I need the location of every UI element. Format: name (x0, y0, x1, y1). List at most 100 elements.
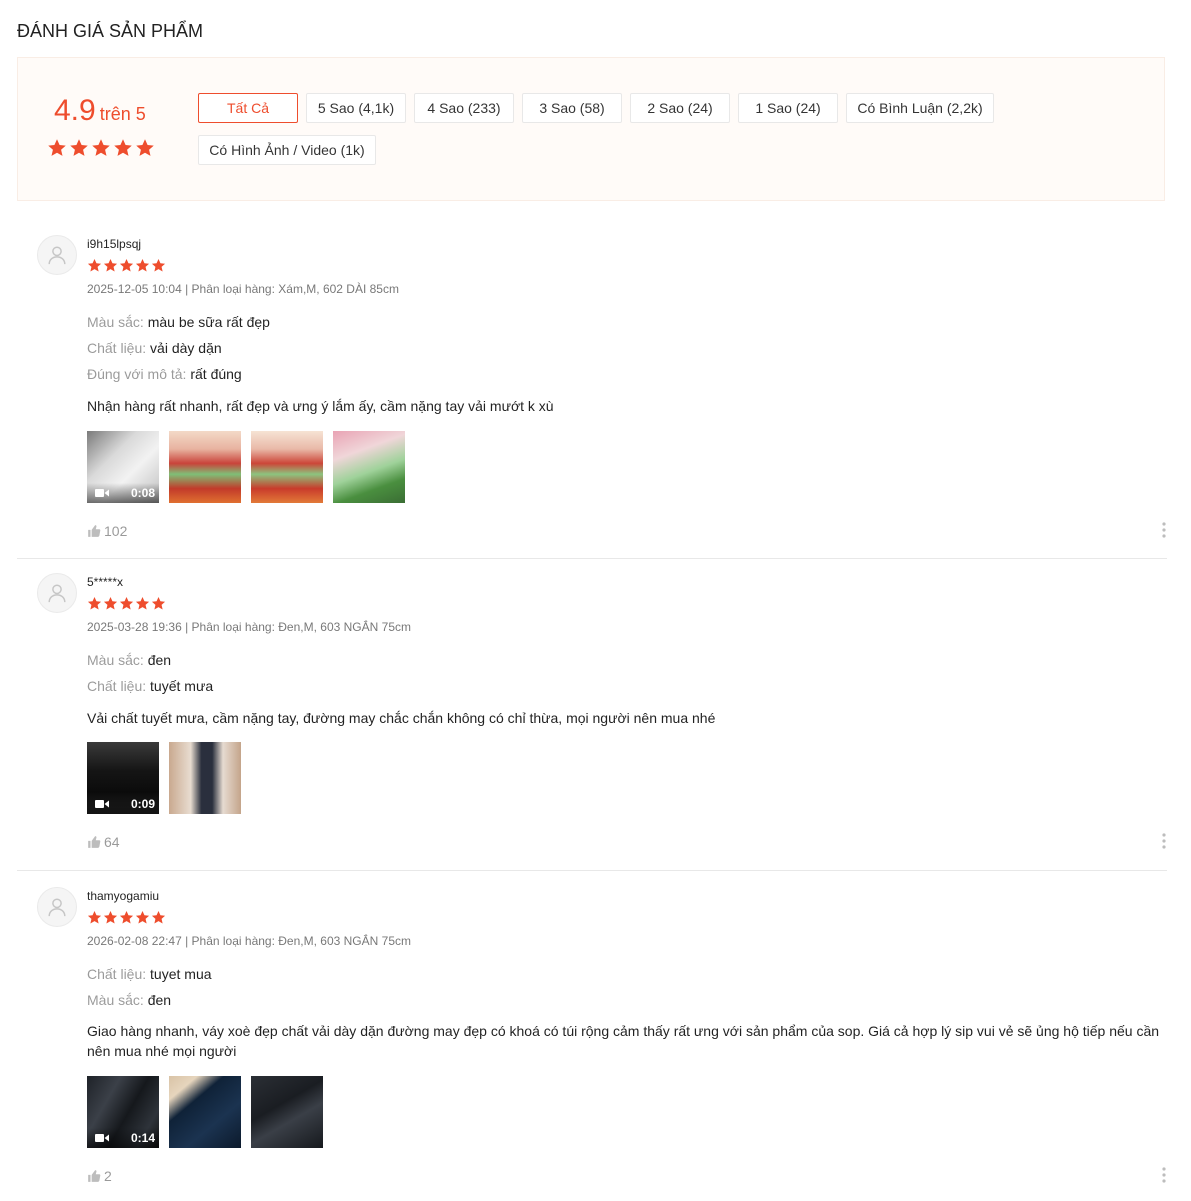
review-meta: 2026-02-08 22:47 | Phân loại hàng: Đen,M… (87, 934, 411, 948)
star-icon (92, 139, 110, 156)
star-icon (119, 258, 134, 272)
star-icon (103, 910, 118, 924)
more-options-button[interactable] (1161, 522, 1167, 538)
attribute-key: Chất liệu: (87, 678, 147, 694)
rating-score: 4.9 trên 5 (54, 94, 146, 128)
review-attribute: Chất liệu: tuyet mua (87, 966, 212, 982)
filter-with-comment[interactable]: Có Bình Luận (2,2k) (846, 93, 994, 123)
more-options-button[interactable] (1161, 833, 1167, 849)
review-image-thumbnail[interactable] (169, 742, 241, 814)
star-icon (135, 258, 150, 272)
review-attribute: Màu sắc: đen (87, 652, 171, 668)
review-video-thumbnail[interactable]: 0:14 (87, 1076, 159, 1148)
avatar[interactable] (37, 573, 77, 613)
attribute-key: Chất liệu: (87, 340, 147, 356)
star-icon (136, 139, 154, 156)
filter-3-star[interactable]: 3 Sao (58) (522, 93, 622, 123)
video-camera-icon (95, 489, 109, 497)
thumbs-up-icon (88, 836, 101, 848)
more-vertical-icon (1162, 833, 1166, 849)
like-count: 102 (104, 523, 128, 539)
review-stars (87, 596, 166, 611)
star-icon (103, 596, 118, 610)
avatar[interactable] (37, 235, 77, 275)
review-divider (17, 558, 1167, 559)
rating-score-value: 4.9 (54, 94, 96, 127)
like-button[interactable]: 102 (87, 523, 127, 539)
review-image-thumbnail[interactable] (169, 1076, 241, 1148)
filter-1-star[interactable]: 1 Sao (24) (738, 93, 838, 123)
filter-all[interactable]: Tất Cả (198, 93, 298, 123)
star-icon (135, 596, 150, 610)
review-item: thamyogamiu 2026-02-08 22:47 | Phân loại… (17, 877, 1167, 1201)
review-attribute: Màu sắc: màu be sữa rất đẹp (87, 314, 270, 330)
review-media: 0:08 (87, 431, 405, 503)
review-username[interactable]: thamyogamiu (87, 889, 159, 903)
video-camera-icon (95, 800, 109, 808)
like-count: 64 (104, 834, 120, 850)
star-icon (87, 910, 102, 924)
section-title: ĐÁNH GIÁ SẢN PHẨM (17, 21, 204, 41)
review-meta: 2025-03-28 19:36 | Phân loại hàng: Đen,M… (87, 620, 411, 634)
review-video-thumbnail[interactable]: 0:08 (87, 431, 159, 503)
filter-with-media[interactable]: Có Hình Ảnh / Video (1k) (198, 135, 376, 165)
review-username[interactable]: i9h15lpsqj (87, 237, 141, 251)
star-icon (114, 139, 132, 156)
filter-5-star[interactable]: 5 Sao (4,1k) (306, 93, 406, 123)
video-duration: 0:08 (130, 486, 155, 500)
review-comment: Giao hàng nhanh, váy xoè đẹp chất vải dà… (87, 1023, 1160, 1059)
attribute-value: tuyết mưa (150, 678, 214, 694)
star-icon (119, 910, 134, 924)
review-video-thumbnail[interactable]: 0:09 (87, 742, 159, 814)
thumbs-up-icon (88, 525, 101, 537)
attribute-value: vải dày dặn (150, 340, 222, 356)
filter-2-star[interactable]: 2 Sao (24) (630, 93, 730, 123)
review-image-thumbnail[interactable] (251, 431, 323, 503)
user-icon (48, 584, 66, 603)
video-overlay: 0:14 (87, 1128, 159, 1148)
review-comment: Vải chất tuyết mưa, cầm nặng tay, đường … (87, 710, 716, 726)
attribute-value: màu be sữa rất đẹp (147, 314, 270, 330)
review-meta: 2025-12-05 10:04 | Phân loại hàng: Xám,M… (87, 282, 399, 296)
user-icon (48, 898, 66, 917)
review-image-thumbnail[interactable] (169, 431, 241, 503)
avatar[interactable] (37, 887, 77, 927)
attribute-key: Màu sắc: (87, 652, 144, 668)
star-icon (135, 910, 150, 924)
review-stars (87, 258, 166, 273)
review-comment: Nhận hàng rất nhanh, rất đẹp và ưng ý lắ… (87, 398, 554, 414)
review-attribute: Đúng với mô tả: rất đúng (87, 366, 242, 382)
video-duration: 0:14 (130, 1131, 155, 1145)
more-vertical-icon (1162, 522, 1166, 538)
review-item: i9h15lpsqj 2025-12-05 10:04 | Phân loại … (17, 225, 1167, 559)
star-icon (103, 258, 118, 272)
attribute-value: rất đúng (190, 366, 242, 382)
attribute-key: Đúng với mô tả: (87, 366, 187, 382)
filter-4-star[interactable]: 4 Sao (233) (414, 93, 514, 123)
review-divider (17, 870, 1167, 871)
more-options-button[interactable] (1161, 1167, 1167, 1183)
video-camera-icon (95, 1134, 109, 1142)
rating-overview: 4.9 trên 5 Tất Cả 5 Sao (4,1k) 4 Sao (233… (17, 57, 1165, 201)
review-stars (87, 910, 166, 925)
review-item: 5*****x 2025-03-28 19:36 | Phân loại hàn… (17, 563, 1167, 871)
like-button[interactable]: 2 (87, 1168, 112, 1184)
star-icon (151, 910, 166, 924)
star-icon (70, 139, 88, 156)
star-icon (151, 258, 166, 272)
like-button[interactable]: 64 (87, 834, 120, 850)
attribute-value: đen (147, 652, 172, 668)
review-media: 0:09 (87, 742, 241, 814)
user-icon (48, 246, 66, 265)
star-icon (151, 596, 166, 610)
attribute-value: đen (147, 992, 172, 1008)
video-duration: 0:09 (130, 797, 155, 811)
review-username[interactable]: 5*****x (87, 575, 123, 589)
review-attribute: Chất liệu: tuyết mưa (87, 678, 213, 694)
review-attribute: Chất liệu: vải dày dặn (87, 340, 222, 356)
star-icon (87, 258, 102, 272)
thumbs-up-icon (88, 1170, 101, 1182)
review-image-thumbnail[interactable] (251, 1076, 323, 1148)
review-image-thumbnail[interactable] (333, 431, 405, 503)
star-icon (87, 596, 102, 610)
